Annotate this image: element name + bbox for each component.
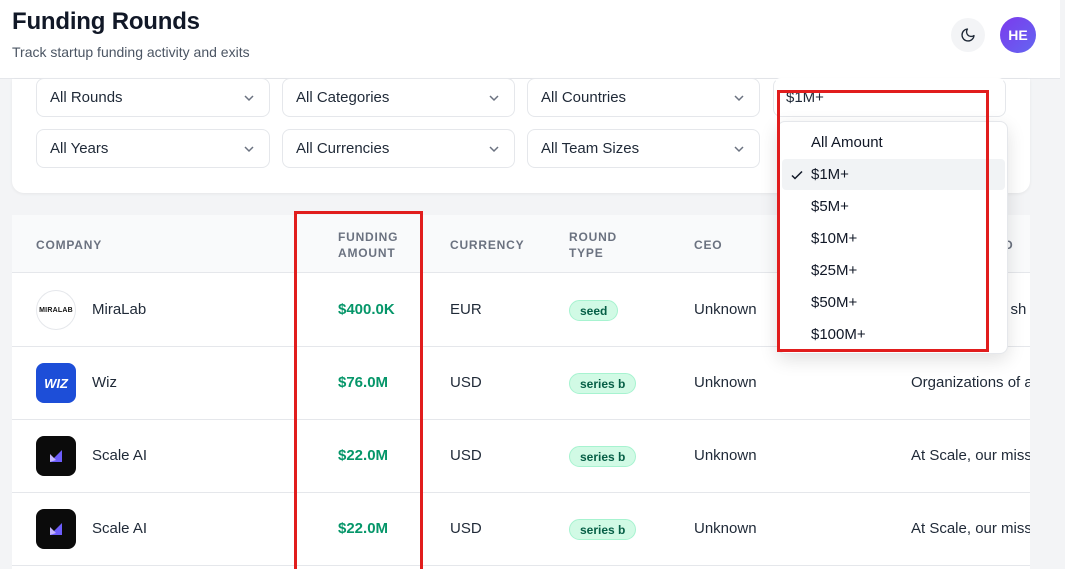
- currency: USD: [450, 520, 482, 537]
- theme-toggle-button[interactable]: [951, 18, 985, 52]
- company-name[interactable]: Scale AI: [92, 520, 147, 537]
- wiz-logo-text: WIZ: [44, 375, 68, 391]
- user-avatar[interactable]: HE: [1000, 17, 1036, 53]
- categories-filter-value: All Categories: [296, 89, 390, 106]
- countries-filter-select[interactable]: All Countries: [527, 78, 760, 117]
- round-type-badge: series b: [569, 519, 637, 540]
- company-name[interactable]: Wiz: [92, 374, 117, 391]
- check-icon: [791, 170, 803, 180]
- column-header-funding-amount-line2: AMOUNT: [338, 246, 396, 260]
- amount-option[interactable]: All Amount: [782, 127, 1005, 158]
- amount-option-selected[interactable]: $1M+: [782, 159, 1005, 190]
- round-type-badge: series b: [569, 446, 637, 467]
- amount-option[interactable]: $100M+: [782, 319, 1005, 350]
- amount-filter-value: $1M+: [786, 89, 824, 106]
- column-header-funding-amount[interactable]: FUNDING AMOUNT: [338, 229, 398, 261]
- chevron-down-icon: [244, 95, 254, 102]
- ceo-name: Unknown: [694, 374, 757, 391]
- amount-option[interactable]: $50M+: [782, 287, 1005, 318]
- scale-ai-logo: [36, 509, 76, 549]
- chevron-down-icon: [244, 146, 254, 153]
- funding-amount: $76.0M: [338, 374, 389, 391]
- team-sizes-filter-value: All Team Sizes: [541, 140, 640, 157]
- currency: USD: [450, 447, 482, 464]
- company-name[interactable]: MiraLab: [92, 301, 146, 318]
- company-name[interactable]: Scale AI: [92, 447, 147, 464]
- funding-amount: $22.0M: [338, 447, 389, 464]
- page-subtitle: Track startup funding activity and exits: [12, 44, 250, 60]
- categories-filter-select[interactable]: All Categories: [282, 78, 515, 117]
- years-filter-select[interactable]: All Years: [36, 129, 270, 168]
- chevron-down-icon: [489, 146, 499, 153]
- amount-filter-select[interactable]: $1M+: [773, 78, 1006, 117]
- column-header-round-type-line1: ROUND: [569, 230, 617, 244]
- currencies-filter-value: All Currencies: [296, 140, 390, 157]
- team-sizes-filter-select[interactable]: All Team Sizes: [527, 129, 760, 168]
- amount-option[interactable]: $10M+: [782, 223, 1005, 254]
- table-row[interactable]: Scale AI $22.0M USD series b Unknown At …: [12, 420, 1030, 493]
- miralab-logo: MIRALAB: [36, 290, 76, 330]
- countries-filter-value: All Countries: [541, 89, 627, 106]
- app-root: Funding Rounds Track startup funding act…: [0, 0, 1065, 569]
- description: At Scale, our miss: [911, 447, 1030, 464]
- ceo-name: Unknown: [694, 520, 757, 537]
- table-row[interactable]: WIZ Wiz $76.0M USD series b Unknown Orga…: [12, 347, 1030, 420]
- description: At Scale, our miss: [911, 520, 1030, 537]
- column-header-funding-amount-line1: FUNDING: [338, 230, 399, 244]
- column-header-ceo[interactable]: CEO: [694, 237, 722, 253]
- chevron-down-icon: [489, 95, 499, 102]
- column-header-round-type[interactable]: ROUND TYPE: [569, 229, 617, 261]
- page-title: Funding Rounds: [12, 8, 200, 35]
- ceo-name: Unknown: [694, 301, 757, 318]
- amount-option[interactable]: $5M+: [782, 191, 1005, 222]
- amount-option[interactable]: $25M+: [782, 255, 1005, 286]
- amount-dropdown-menu: All Amount $1M+ $5M+ $10M+ $25M+ $50M+ $…: [777, 121, 1008, 354]
- funding-amount: $400.0K: [338, 301, 395, 318]
- rounds-filter-select[interactable]: All Rounds: [36, 78, 270, 117]
- scale-ai-mark: [50, 450, 62, 462]
- currency: USD: [450, 374, 482, 391]
- round-type-badge: seed: [569, 300, 619, 321]
- funding-amount: $22.0M: [338, 520, 389, 537]
- table-row[interactable]: Scale AI $22.0M USD series b Unknown At …: [12, 493, 1030, 566]
- scale-ai-logo: [36, 436, 76, 476]
- round-type-badge: series b: [569, 373, 637, 394]
- miralab-logo-text: MIRALAB: [39, 306, 73, 314]
- column-header-round-type-line2: TYPE: [569, 246, 604, 260]
- page-header: Funding Rounds Track startup funding act…: [0, 0, 1060, 79]
- column-header-company[interactable]: COMPANY: [36, 237, 102, 253]
- amount-option-label: $1M+: [811, 166, 849, 183]
- currencies-filter-select[interactable]: All Currencies: [282, 129, 515, 168]
- years-filter-value: All Years: [50, 140, 109, 157]
- ceo-name: Unknown: [694, 447, 757, 464]
- chevron-down-icon: [734, 95, 744, 102]
- moon-icon: [961, 28, 975, 42]
- rounds-filter-value: All Rounds: [50, 89, 123, 106]
- currency: EUR: [450, 301, 482, 318]
- scale-ai-mark: [50, 523, 62, 535]
- chevron-down-icon: [734, 146, 744, 153]
- description: Organizations of a: [911, 374, 1030, 391]
- column-header-currency[interactable]: CURRENCY: [450, 237, 524, 253]
- wiz-logo: WIZ: [36, 363, 76, 403]
